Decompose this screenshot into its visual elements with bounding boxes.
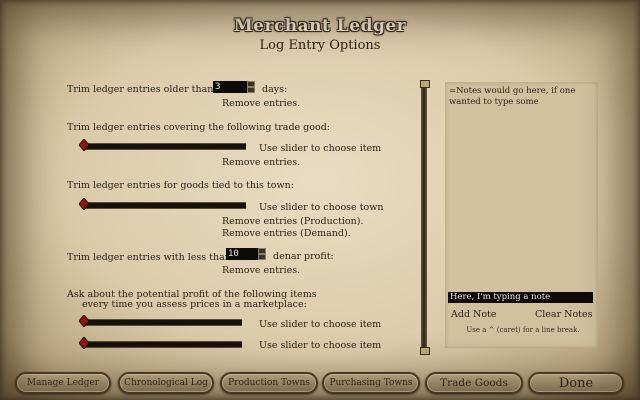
scrollbar-bottom-cap	[420, 347, 430, 355]
trim-profit-label: Trim ledger entries with less than:	[67, 252, 235, 263]
ask-item-slider-2-thumb[interactable]	[79, 337, 89, 349]
trade-good-slider-hint: Use slider to choose item	[259, 143, 382, 154]
profit-suffix: denar profit:	[273, 251, 334, 262]
note-input[interactable]	[448, 292, 593, 303]
profit-input[interactable]: 10	[226, 248, 258, 260]
trim-town-label: Trim ledger entries for goods tied to th…	[67, 180, 294, 191]
town-slider[interactable]	[86, 202, 246, 209]
notes-text[interactable]: =Notes would go here, if one wanted to t…	[449, 86, 595, 108]
town-slider-thumb[interactable]	[79, 198, 89, 210]
trade-goods-button[interactable]: Trade Goods	[425, 372, 523, 394]
scrollbar-top-cap	[420, 80, 430, 88]
trim-older-label: Trim ledger entries older than:	[67, 84, 217, 95]
days-suffix: days:	[262, 84, 288, 95]
remove-entries-demand-button[interactable]: Remove entries (Demand).	[222, 228, 351, 239]
ask-item-slider-2[interactable]	[86, 341, 242, 348]
remove-entries-profit-button[interactable]: Remove entries.	[222, 265, 300, 276]
ask-profit-line2: every time you assess prices in a market…	[82, 299, 307, 310]
ask-item-slider-1-thumb[interactable]	[79, 315, 89, 327]
scrollbar[interactable]	[421, 82, 427, 350]
clear-notes-button[interactable]: Clear Notes	[535, 309, 593, 320]
ask-item-slider-2-hint: Use slider to choose item	[259, 340, 382, 351]
trade-good-slider-thumb[interactable]	[79, 139, 89, 151]
trim-good-label: Trim ledger entries covering the followi…	[67, 122, 330, 133]
remove-entries-age-button[interactable]: Remove entries.	[222, 98, 300, 109]
page-title: Merchant Ledger	[233, 16, 407, 36]
ask-item-slider-1-hint: Use slider to choose item	[259, 319, 382, 330]
done-button[interactable]: Done	[528, 372, 624, 394]
manage-ledger-button[interactable]: Manage Ledger	[15, 372, 111, 394]
notes-hint: Use a ^ (caret) for a line break.	[466, 326, 580, 334]
town-slider-hint: Use slider to choose town	[259, 202, 384, 213]
ask-item-slider-1[interactable]	[86, 319, 242, 326]
production-towns-button[interactable]: Production Towns	[220, 372, 318, 394]
remove-entries-production-button[interactable]: Remove entries (Production).	[222, 216, 363, 227]
page-subtitle: Log Entry Options	[259, 38, 381, 53]
add-note-button[interactable]: Add Note	[451, 309, 497, 320]
profit-spinner[interactable]	[258, 248, 266, 260]
trade-good-slider[interactable]	[86, 143, 246, 150]
days-spinner[interactable]	[247, 81, 255, 93]
purchasing-towns-button[interactable]: Purchasing Towns	[322, 372, 420, 394]
days-input[interactable]: 3	[213, 81, 249, 93]
chronological-log-button[interactable]: Chronological Log	[118, 372, 214, 394]
remove-entries-good-button[interactable]: Remove entries.	[222, 157, 300, 168]
